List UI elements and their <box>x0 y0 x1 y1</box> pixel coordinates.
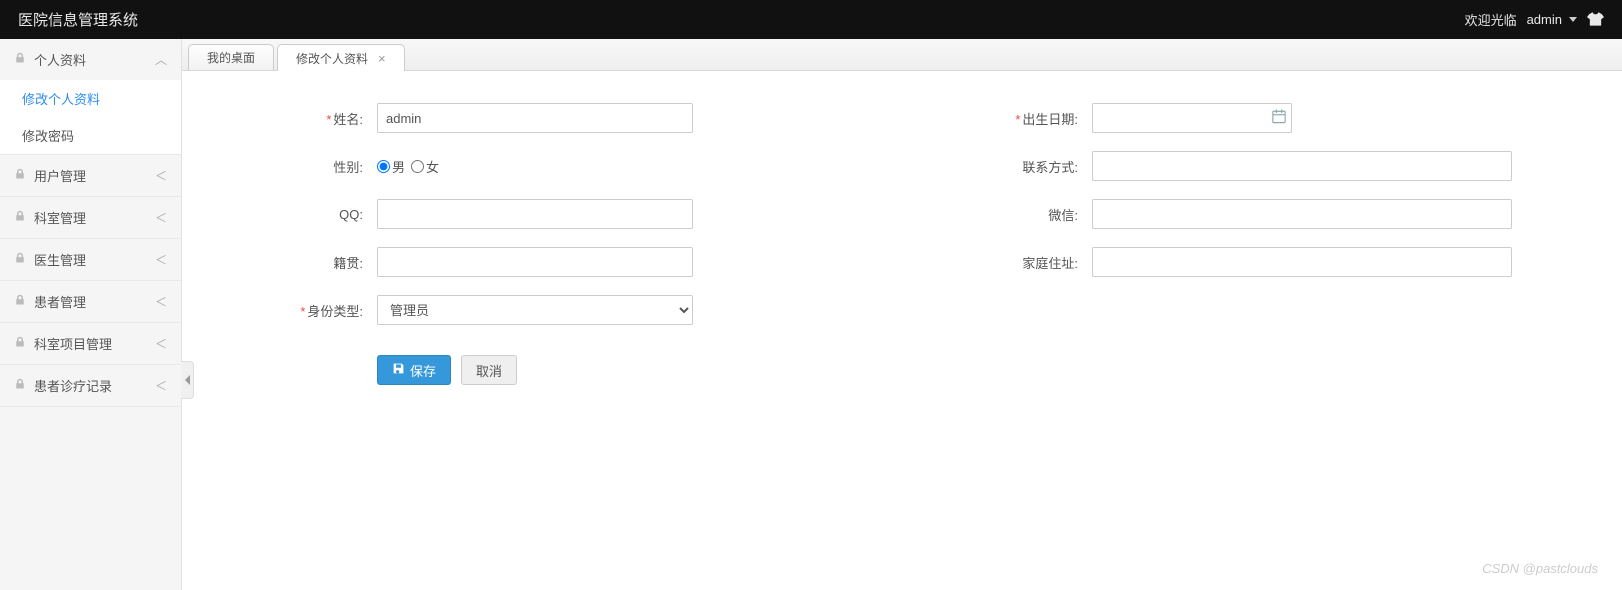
wechat-label: 微信: <box>1048 208 1078 223</box>
nav-group-header[interactable]: 科室项目管理 ＜ <box>0 323 181 364</box>
nav-group-header[interactable]: 个人资料 ︿ <box>0 39 181 80</box>
qq-label: QQ: <box>339 207 363 222</box>
gender-male-option[interactable]: 男 <box>377 157 405 176</box>
name-input[interactable] <box>377 103 693 133</box>
chevron-down-icon <box>1569 17 1577 22</box>
nav-group-header[interactable]: 患者管理 ＜ <box>0 281 181 322</box>
content-area: *姓名: *出生日期: <box>182 71 1622 590</box>
form-row-wechat: 微信: <box>947 199 1512 229</box>
username-label: admin <box>1527 12 1562 27</box>
name-label: 姓名: <box>333 112 363 127</box>
form-actions: 保存 取消 <box>232 355 797 385</box>
form-row-origin: 籍贯: <box>232 247 797 277</box>
tab-label: 我的桌面 <box>207 49 255 66</box>
chevron-left-icon: ＜ <box>155 251 167 268</box>
tab[interactable]: 我的桌面 <box>188 44 274 70</box>
gender-female-option[interactable]: 女 <box>411 157 439 176</box>
lock-icon <box>14 336 26 351</box>
birthdate-label: 出生日期: <box>1022 112 1078 127</box>
form-row-identity: *身份类型: 管理员 <box>232 295 797 325</box>
close-icon[interactable]: × <box>378 52 386 65</box>
lock-icon <box>14 378 26 393</box>
chevron-left-icon: ＜ <box>155 377 167 394</box>
nav-group-label: 用户管理 <box>34 166 86 185</box>
nav-sub-item[interactable]: 修改密码 <box>0 117 181 154</box>
watermark: CSDN @pastclouds <box>1482 561 1598 576</box>
birthdate-input[interactable] <box>1092 103 1292 133</box>
main-area: 我的桌面 修改个人资料 × *姓名: *出生日期: <box>182 39 1622 590</box>
lock-icon <box>14 168 26 183</box>
nav-group-header[interactable]: 用户管理 ＜ <box>0 155 181 196</box>
theme-icon[interactable] <box>1587 11 1604 29</box>
nav-group-label: 科室管理 <box>34 208 86 227</box>
identity-label: 身份类型: <box>307 304 363 319</box>
nav-group-header[interactable]: 科室管理 ＜ <box>0 197 181 238</box>
lock-icon <box>14 252 26 267</box>
form-row-contact: 联系方式: <box>947 151 1512 181</box>
identity-select[interactable]: 管理员 <box>377 295 693 325</box>
app-header: 医院信息管理系统 欢迎光临 admin <box>0 0 1622 39</box>
welcome-text: 欢迎光临 <box>1465 10 1517 29</box>
nav-group-label: 科室项目管理 <box>34 334 112 353</box>
address-input[interactable] <box>1092 247 1512 277</box>
nav-group-header[interactable]: 患者诊疗记录 ＜ <box>0 365 181 406</box>
tab-bar: 我的桌面 修改个人资料 × <box>182 39 1622 71</box>
chevron-left-icon: ＜ <box>155 209 167 226</box>
chevron-left-icon: ＜ <box>155 167 167 184</box>
nav-group-label: 患者诊疗记录 <box>34 376 112 395</box>
chevron-left-icon: ＜ <box>155 335 167 352</box>
lock-icon <box>14 52 26 67</box>
nav-group-label: 个人资料 <box>34 50 86 69</box>
app-title: 医院信息管理系统 <box>18 9 138 30</box>
gender-female-radio[interactable] <box>411 160 424 173</box>
chevron-up-icon: ︿ <box>155 51 167 68</box>
form-row-qq: QQ: <box>232 199 797 229</box>
origin-label: 籍贯: <box>333 256 363 271</box>
nav-group-header[interactable]: 医生管理 ＜ <box>0 239 181 280</box>
form-row-birthdate: *出生日期: <box>947 103 1512 133</box>
tab[interactable]: 修改个人资料 × <box>277 44 405 71</box>
sidebar-collapse-handle[interactable] <box>181 361 194 399</box>
nav-group-label: 医生管理 <box>34 250 86 269</box>
origin-input[interactable] <box>377 247 693 277</box>
nav-group-label: 患者管理 <box>34 292 86 311</box>
cancel-button[interactable]: 取消 <box>461 355 517 385</box>
sidebar: 个人资料︿修改个人资料修改密码用户管理＜科室管理＜医生管理＜患者管理＜科室项目管… <box>0 39 182 590</box>
gender-male-radio[interactable] <box>377 160 390 173</box>
gender-label: 性别: <box>333 160 363 175</box>
form-row-gender: 性别: 男 女 <box>232 151 797 181</box>
qq-input[interactable] <box>377 199 693 229</box>
header-right: 欢迎光临 admin <box>1465 10 1604 29</box>
lock-icon <box>14 294 26 309</box>
chevron-left-icon: ＜ <box>155 293 167 310</box>
address-label: 家庭住址: <box>1022 256 1078 271</box>
save-icon <box>392 362 405 378</box>
contact-label: 联系方式: <box>1022 160 1078 175</box>
form-row-name: *姓名: <box>232 103 797 133</box>
tab-label: 修改个人资料 <box>296 50 368 67</box>
save-button[interactable]: 保存 <box>377 355 451 385</box>
contact-input[interactable] <box>1092 151 1512 181</box>
nav-sub-item[interactable]: 修改个人资料 <box>0 80 181 117</box>
lock-icon <box>14 210 26 225</box>
wechat-input[interactable] <box>1092 199 1512 229</box>
form-row-address: 家庭住址: <box>947 247 1512 277</box>
user-dropdown[interactable]: admin <box>1527 12 1577 27</box>
